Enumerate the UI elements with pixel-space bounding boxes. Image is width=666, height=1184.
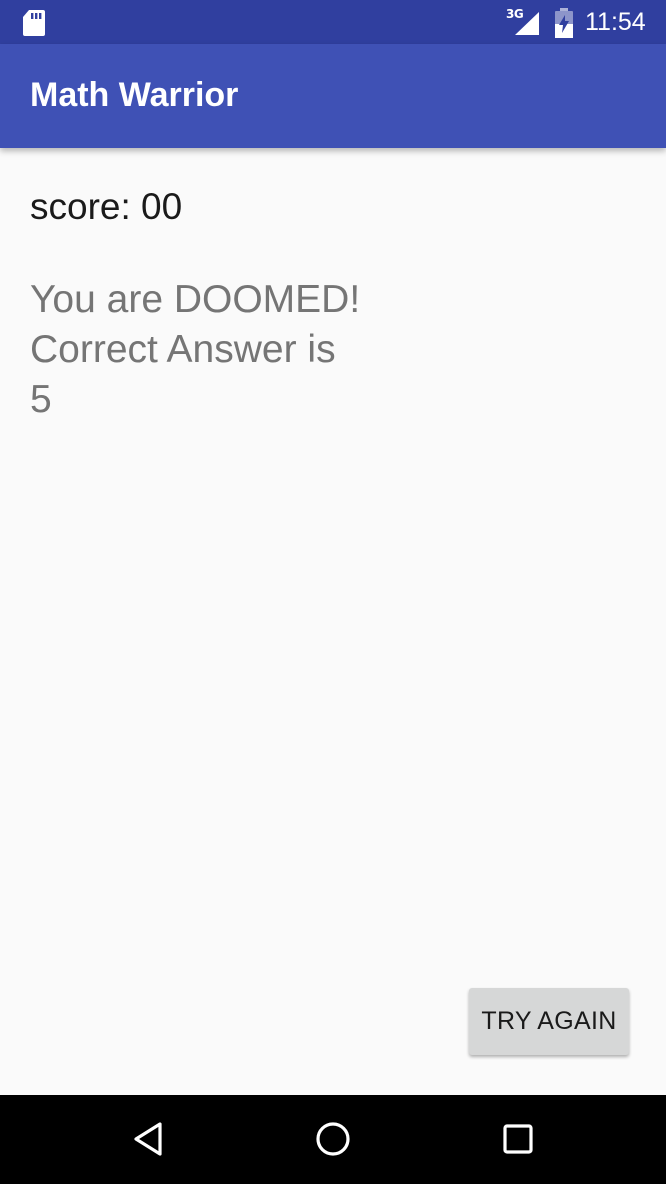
status-clock: 11:54 <box>585 8 646 36</box>
correct-answer-value: 5 <box>30 378 52 421</box>
sd-card-icon <box>23 10 45 36</box>
app-title: Math Warrior <box>30 76 239 114</box>
result-message: You are DOOMED! Correct Answer is 5 <box>30 275 360 425</box>
back-icon[interactable] <box>127 1117 171 1161</box>
recents-icon[interactable] <box>496 1117 540 1161</box>
try-again-button[interactable]: TRY AGAIN <box>469 988 629 1055</box>
result-message-line: Correct Answer is <box>30 328 336 371</box>
home-icon[interactable] <box>311 1117 355 1161</box>
status-bar: 3G 11:54 <box>0 0 666 44</box>
navigation-bar <box>0 1095 666 1184</box>
signal-icon <box>515 12 539 35</box>
app-bar: Math Warrior <box>0 44 666 148</box>
battery-icon <box>555 8 573 38</box>
score-label: score: 00 <box>30 186 183 227</box>
result-message-line: You are DOOMED! <box>30 278 361 321</box>
